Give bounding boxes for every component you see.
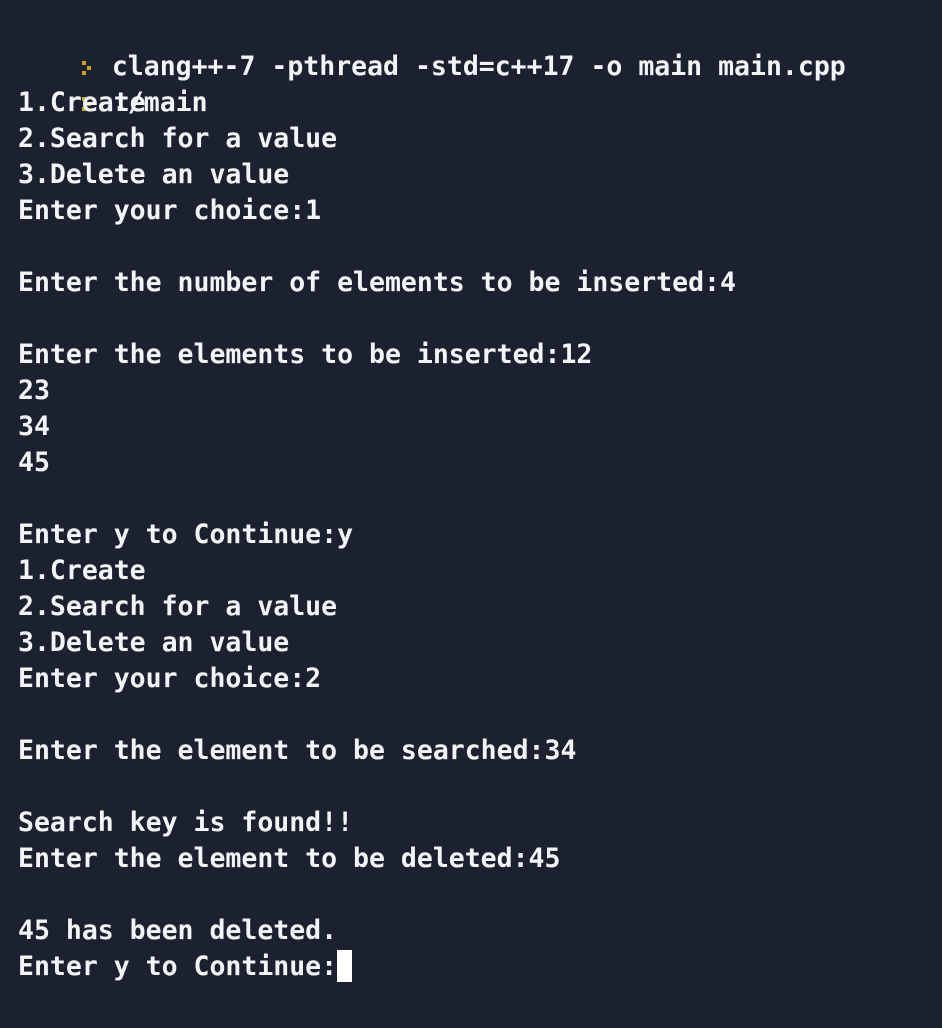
- output-line: Enter your choice:1: [18, 195, 322, 226]
- output-line: Enter y to Continue:y: [18, 519, 354, 550]
- input-line[interactable]: Enter y to Continue:: [18, 949, 942, 985]
- output-line: Enter the elements to be inserted:12: [18, 339, 593, 370]
- prompt-arrow-icon: [81, 61, 91, 75]
- output-line: Enter your choice:2: [18, 663, 322, 694]
- output-line: 2.Search for a value: [18, 123, 338, 154]
- output-line: 45: [18, 447, 50, 478]
- command-line: clang++-7 -pthread -std=c++17 -o main ma…: [18, 13, 942, 82]
- terminal-window[interactable]: clang++-7 -pthread -std=c++17 -o main ma…: [0, 0, 942, 1028]
- output-line: 23: [18, 375, 50, 406]
- output-line: Enter the number of elements to be inser…: [18, 267, 736, 298]
- input-prompt: Enter y to Continue:: [18, 951, 338, 982]
- text-cursor[interactable]: [337, 950, 353, 982]
- output-line: 1.Create: [18, 555, 146, 586]
- output-line: Enter the element to be deleted:45: [18, 843, 561, 874]
- output-line: 2.Search for a value: [18, 591, 338, 622]
- output-line: 3.Delete an value: [18, 159, 290, 190]
- output-line: 45 has been deleted.: [18, 915, 338, 946]
- output-line: 34: [18, 411, 50, 442]
- command-text: clang++-7 -pthread -std=c++17 -o main ma…: [111, 51, 846, 82]
- output-line: 3.Delete an value: [18, 627, 290, 658]
- output-line: Search key is found!!: [18, 807, 354, 838]
- output-line: Enter the element to be searched:34: [18, 735, 577, 766]
